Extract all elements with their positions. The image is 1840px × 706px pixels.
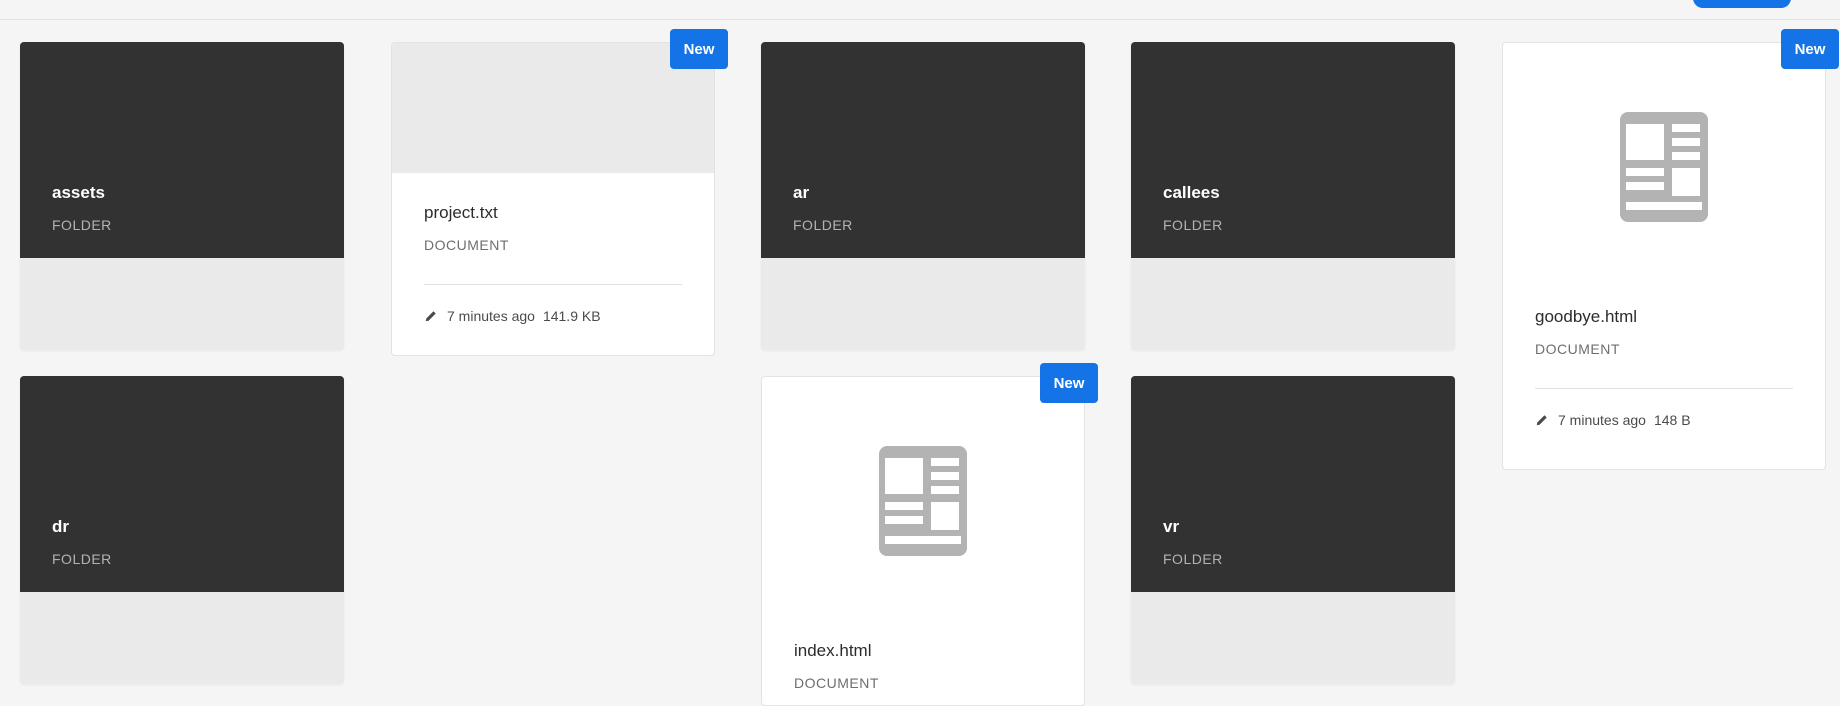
- file-size: 141.9 KB: [542, 308, 601, 324]
- folder-name: dr: [52, 517, 69, 536]
- folder-cover: vr FOLDER: [1131, 376, 1455, 592]
- document-icon: [1620, 112, 1708, 222]
- folder-type-label: FOLDER: [52, 551, 112, 567]
- top-toolbar: [0, 0, 1840, 20]
- document-type-label: DOCUMENT: [794, 675, 879, 691]
- folder-name: assets: [52, 183, 105, 202]
- document-meta: 7 minutes ago 141.9 KB: [424, 308, 682, 324]
- document-thumbnail: [392, 43, 714, 173]
- folder-card-ar[interactable]: ar FOLDER: [761, 42, 1085, 350]
- document-type-label: DOCUMENT: [1535, 341, 1620, 357]
- document-thumbnail: [1503, 43, 1825, 283]
- pencil-icon: [425, 311, 436, 322]
- document-name: goodbye.html: [1535, 307, 1638, 326]
- folder-cover: assets FOLDER: [20, 42, 344, 258]
- pencil-icon: [1536, 415, 1547, 426]
- folder-type-label: FOLDER: [1163, 551, 1223, 567]
- file-size: 148 B: [1653, 412, 1691, 428]
- folder-card-callees[interactable]: callees FOLDER: [1131, 42, 1455, 350]
- modified-time: 7 minutes ago: [1558, 412, 1646, 428]
- folder-name: vr: [1163, 517, 1180, 536]
- document-thumbnail: [762, 377, 1084, 617]
- folder-name: callees: [1163, 183, 1220, 202]
- document-icon: [879, 446, 967, 556]
- document-name: project.txt: [424, 203, 498, 222]
- new-badge: New: [670, 29, 728, 69]
- document-card-goodbye-html[interactable]: goodbye.html DOCUMENT 7 minutes ago 148 …: [1502, 42, 1826, 470]
- folder-cover: ar FOLDER: [761, 42, 1085, 258]
- folder-type-label: FOLDER: [1163, 217, 1223, 233]
- folder-type-label: FOLDER: [793, 217, 853, 233]
- folder-cover: callees FOLDER: [1131, 42, 1455, 258]
- document-type-label: DOCUMENT: [424, 237, 509, 253]
- document-card-index-html[interactable]: index.html DOCUMENT: [761, 376, 1085, 706]
- divider: [1535, 388, 1793, 389]
- new-badge: New: [1781, 29, 1839, 69]
- folder-name: ar: [793, 183, 810, 202]
- document-card-project-txt[interactable]: project.txt DOCUMENT 7 minutes ago 141.9…: [391, 42, 715, 356]
- folder-card-dr[interactable]: dr FOLDER: [20, 376, 344, 684]
- modified-time: 7 minutes ago: [447, 308, 535, 324]
- divider: [424, 284, 682, 285]
- primary-action-button[interactable]: [1693, 0, 1791, 8]
- document-meta: 7 minutes ago 148 B: [1535, 412, 1793, 428]
- folder-card-vr[interactable]: vr FOLDER: [1131, 376, 1455, 684]
- folder-card-assets[interactable]: assets FOLDER: [20, 42, 344, 350]
- folder-type-label: FOLDER: [52, 217, 112, 233]
- folder-cover: dr FOLDER: [20, 376, 344, 592]
- document-name: index.html: [794, 641, 872, 660]
- new-badge: New: [1040, 363, 1098, 403]
